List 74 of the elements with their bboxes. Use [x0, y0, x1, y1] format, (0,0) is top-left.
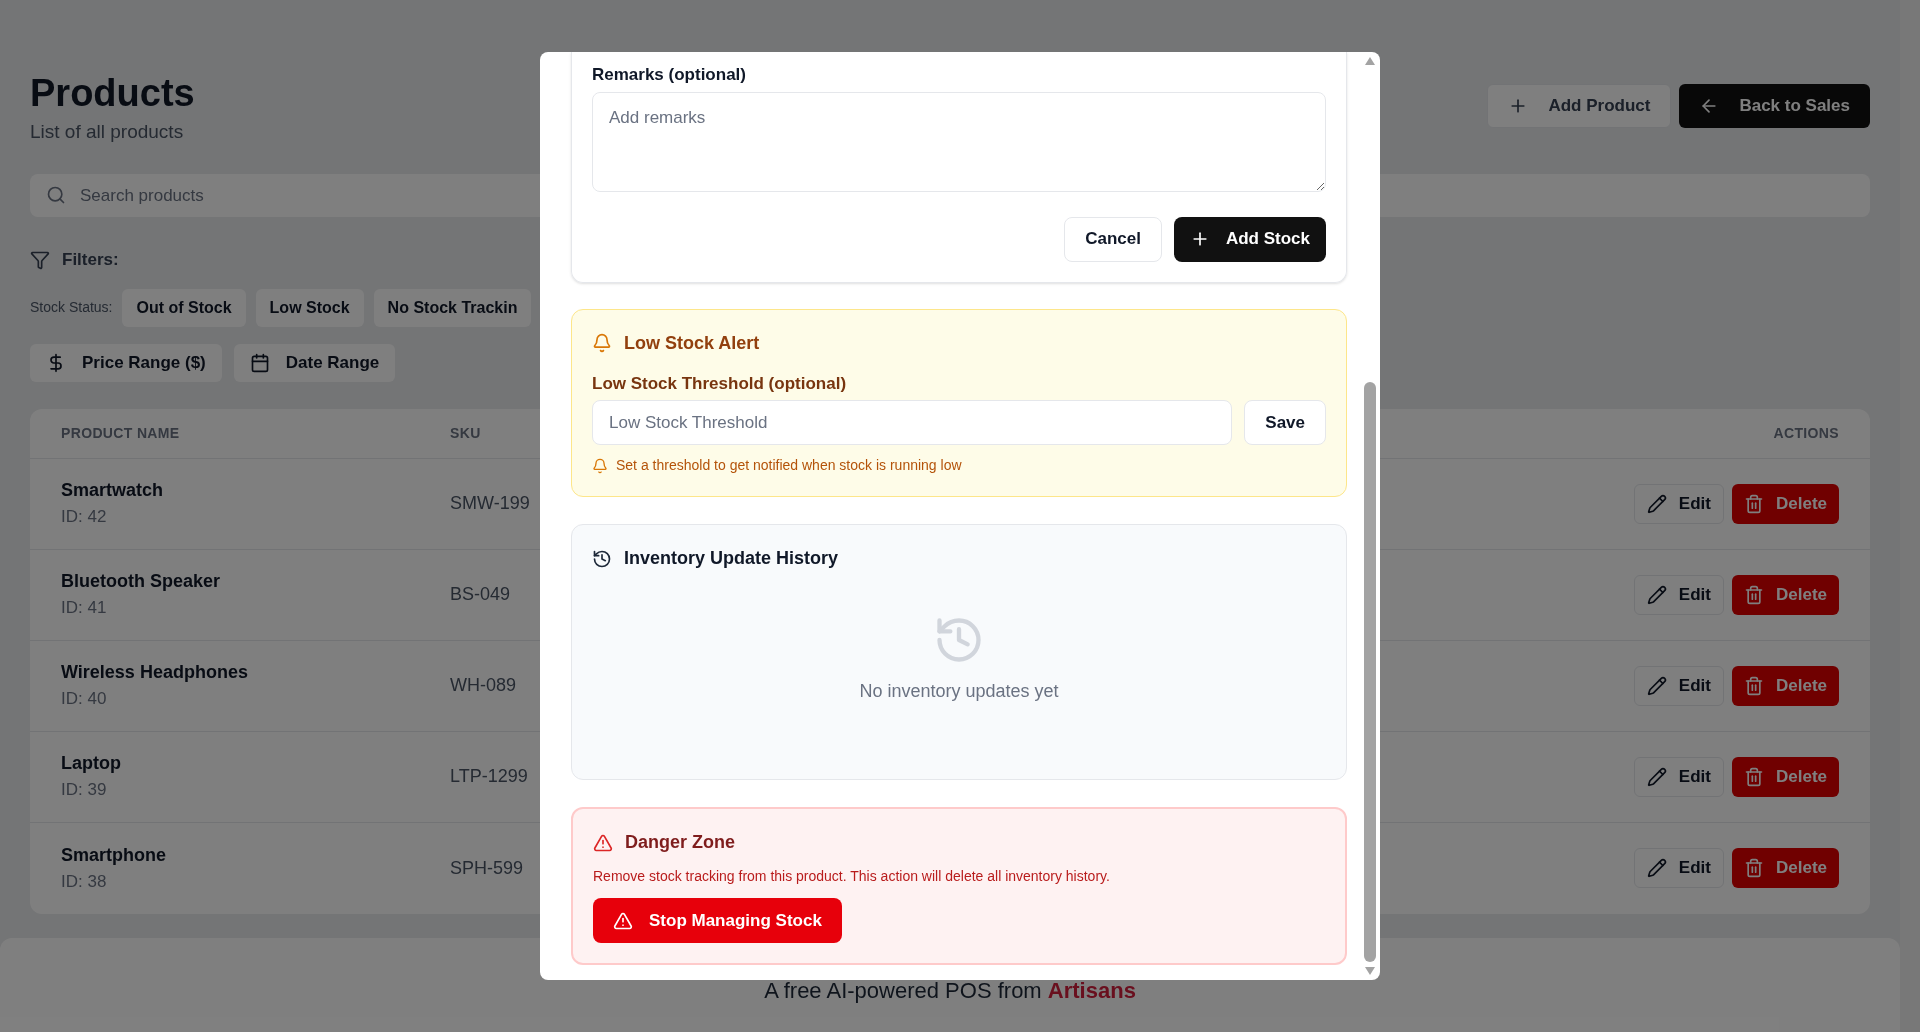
sku-cell: LTP-1299 [450, 766, 528, 786]
trash-icon [1743, 493, 1764, 514]
save-button[interactable]: Save [1244, 400, 1326, 445]
bell-icon [592, 333, 612, 353]
product-name: Smartwatch [61, 479, 165, 503]
filters-label: Filters: [62, 249, 119, 271]
sku-cell: BS-049 [450, 584, 511, 604]
pencil-icon [1646, 584, 1667, 605]
cancel-button[interactable]: Cancel [1064, 216, 1162, 262]
filter-icon [30, 249, 50, 270]
scrollbar-thumb[interactable] [1364, 382, 1376, 962]
low-stock-title: Low Stock Alert [624, 331, 760, 355]
warning-icon [593, 832, 613, 853]
back-button[interactable]: Back to Sales [1679, 84, 1870, 128]
pencil-icon [1646, 766, 1667, 787]
product-name: Smartphone [61, 843, 167, 867]
page-title: Products [30, 71, 195, 116]
column-header: ACTIONS [1773, 423, 1839, 443]
add-product-button[interactable]: Add Product [1487, 84, 1672, 128]
product-id: ID: 42 [61, 506, 108, 529]
edit-button[interactable]: Edit [1633, 848, 1724, 888]
edit-button[interactable]: Edit [1633, 574, 1724, 615]
delete-button[interactable]: Delete [1731, 665, 1839, 706]
remarks-field[interactable]: Add remarks [592, 91, 1326, 192]
sku-cell: SPH-599 [450, 857, 524, 878]
range-filter-button[interactable]: Price Range ($) [30, 343, 222, 382]
threshold-field[interactable]: Low Stock Threshold [592, 400, 1233, 445]
sku-cell: SMW-199 [450, 493, 530, 513]
bell-icon [592, 457, 608, 474]
product-id: ID: 41 [61, 597, 108, 620]
danger-zone-text: Remove stock tracking from this product. This action will delete all inventory history. [593, 868, 1110, 884]
pencil-icon [1646, 675, 1667, 696]
history-icon [592, 548, 612, 569]
threshold-label: Low Stock Threshold (optional) [592, 373, 847, 393]
trash-icon [1743, 766, 1764, 787]
product-name: Wireless Headphones [61, 661, 249, 685]
stock-status-chip[interactable]: Low Stock [255, 288, 364, 327]
stock-status-chip[interactable]: No Stock Trackin [373, 288, 532, 327]
stock-status-label: Stock Status: [30, 298, 113, 317]
calendar-icon [249, 352, 270, 373]
stop-managing-stock-button[interactable]: Stop Managing Stock [593, 898, 842, 943]
edit-button[interactable]: Edit [1633, 665, 1724, 706]
trash-icon [1743, 675, 1764, 696]
product-name: Bluetooth Speaker [61, 570, 222, 594]
edit-button[interactable]: Edit [1633, 756, 1724, 797]
product-id: ID: 40 [61, 688, 108, 711]
scroll-up-icon[interactable] [1364, 56, 1376, 66]
warning-icon [613, 910, 633, 931]
delete-button[interactable]: Delete [1731, 483, 1839, 524]
artisans-link[interactable]: Artisans [1047, 978, 1136, 1003]
product-id: ID: 39 [61, 779, 108, 802]
delete-button[interactable]: Delete [1731, 756, 1839, 797]
empty-history-text: No inventory updates yet [859, 680, 1059, 703]
product-id: ID: 38 [61, 870, 108, 893]
history-title: Inventory Update History [624, 547, 839, 570]
danger-zone-title: Danger Zone [625, 831, 735, 854]
edit-button[interactable]: Edit [1633, 483, 1724, 524]
range-filter-button[interactable]: Date Range [233, 343, 396, 382]
trash-icon [1743, 584, 1764, 605]
remarks-label: Remarks (optional) [592, 65, 746, 84]
stock-status-chip[interactable]: Out of Stock [122, 288, 246, 327]
trash-icon [1743, 858, 1764, 878]
column-header: PRODUCT NAME [61, 423, 181, 443]
delete-button[interactable]: Delete [1731, 574, 1839, 615]
scroll-down-icon[interactable] [1364, 966, 1376, 976]
sku-cell: WH-089 [450, 675, 516, 695]
page-subtitle: List of all products [30, 119, 185, 144]
threshold-hint: Set a threshold to get notified when stock is running low [616, 456, 962, 475]
search-icon [46, 185, 66, 205]
pencil-icon [1646, 493, 1667, 514]
pencil-icon [1646, 858, 1667, 878]
product-name: Laptop [61, 752, 122, 776]
delete-button[interactable]: Delete [1731, 848, 1839, 888]
add-stock-button[interactable]: Add Stock [1173, 216, 1326, 262]
